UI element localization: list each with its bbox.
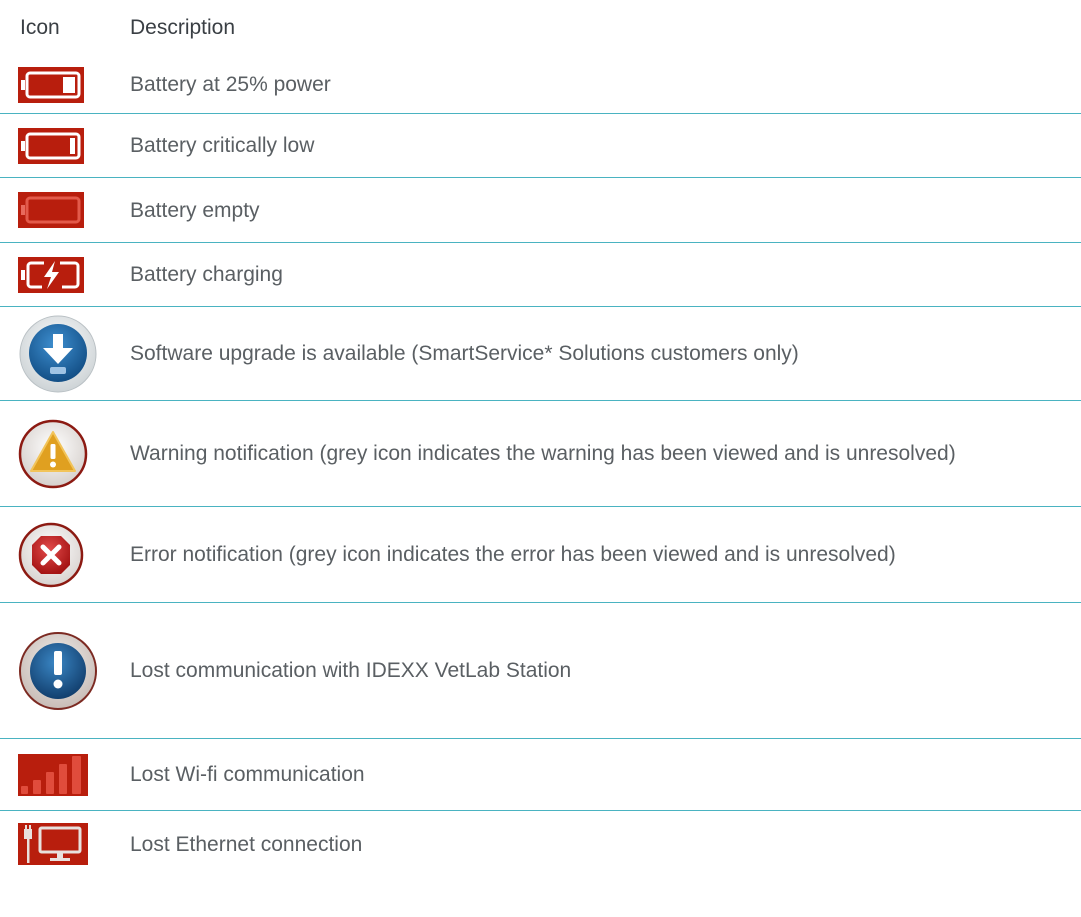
table-row: Battery charging	[0, 243, 1081, 307]
row-description: Software upgrade is available (SmartServ…	[130, 342, 799, 365]
column-header-description: Description	[130, 16, 236, 39]
icon-cell	[0, 314, 130, 394]
lost-wifi-icon	[18, 753, 88, 796]
column-header-icon: Icon	[20, 16, 60, 39]
table-row: Warning notification (grey icon indicate…	[0, 401, 1081, 507]
icon-cell	[0, 66, 130, 103]
table-row: Lost Ethernet connection	[0, 811, 1081, 877]
battery-empty-icon	[18, 192, 84, 228]
lost-ethernet-icon	[18, 823, 88, 865]
row-description: Warning notification (grey icon indicate…	[130, 442, 956, 465]
battery-25-icon	[18, 66, 84, 103]
row-description: Lost Wi-fi communication	[130, 763, 365, 786]
battery-critical-icon	[18, 127, 84, 164]
lost-communication-icon	[19, 631, 97, 710]
icon-cell	[0, 522, 130, 588]
icon-cell	[0, 192, 130, 228]
icon-table: Icon Description Battery at 25% power Ba…	[0, 0, 1081, 877]
row-description: Battery critically low	[130, 134, 315, 157]
row-description: Lost communication with IDEXX VetLab Sta…	[130, 659, 572, 682]
row-description: Battery at 25% power	[130, 73, 331, 96]
table-header: Icon Description	[0, 0, 1081, 56]
software-upgrade-icon	[19, 315, 97, 392]
row-description: Battery empty	[130, 198, 260, 222]
row-description: Battery charging	[130, 263, 283, 286]
table-row: Battery empty	[0, 178, 1081, 243]
icon-cell	[0, 419, 130, 489]
table-row: Lost communication with IDEXX VetLab Sta…	[0, 603, 1081, 739]
battery-charging-icon	[18, 256, 84, 293]
row-description: Lost Ethernet connection	[130, 832, 363, 856]
icon-cell	[0, 256, 130, 293]
table-row: Error notification (grey icon indicates …	[0, 507, 1081, 603]
icon-cell	[0, 127, 130, 164]
icon-cell	[0, 631, 130, 711]
table-row: Lost Wi-fi communication	[0, 739, 1081, 811]
table-row: Battery critically low	[0, 114, 1081, 178]
warning-icon	[18, 419, 88, 488]
table-row: Battery at 25% power	[0, 56, 1081, 114]
icon-cell	[0, 753, 130, 796]
icon-cell	[0, 823, 130, 865]
error-icon	[18, 522, 84, 587]
table-row: Software upgrade is available (SmartServ…	[0, 307, 1081, 401]
row-description: Error notification (grey icon indicates …	[130, 543, 896, 566]
